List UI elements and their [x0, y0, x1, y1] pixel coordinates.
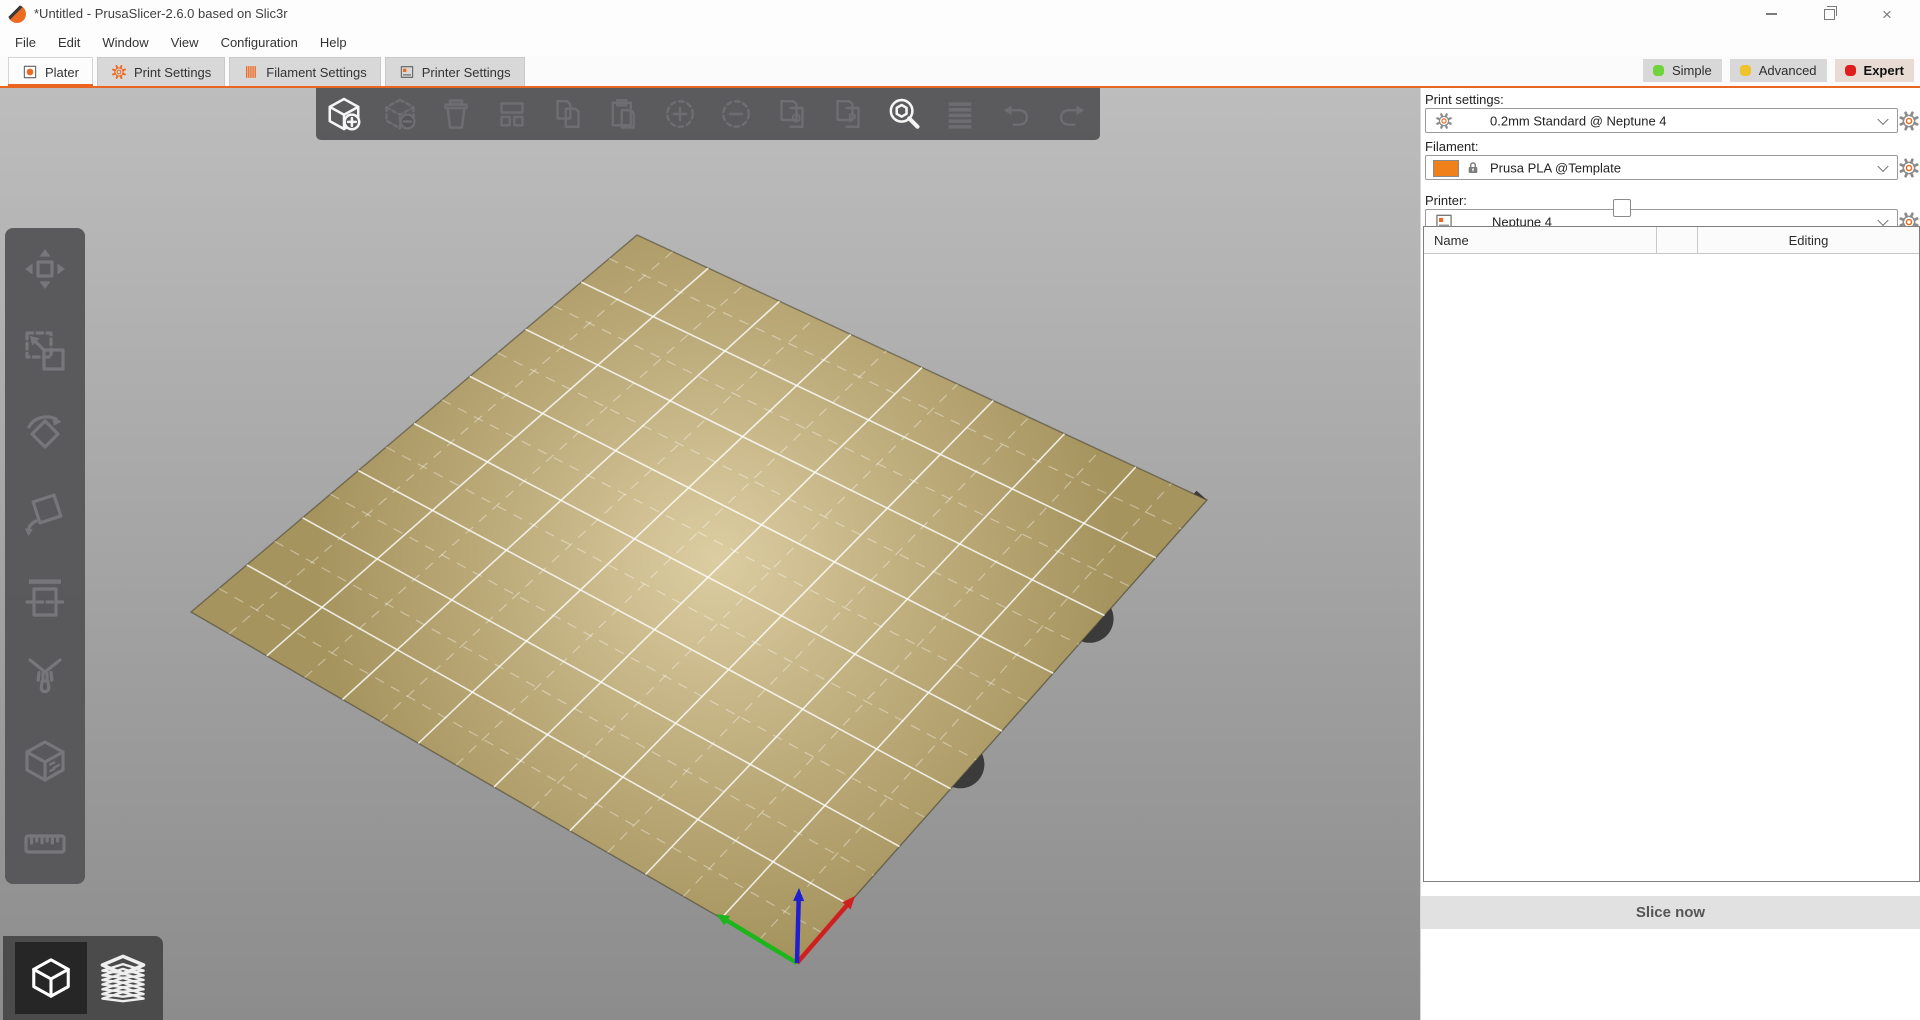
split-to-objects-button[interactable]: O — [764, 88, 820, 140]
expert-mode-dot-icon — [1844, 65, 1856, 76]
filament-select[interactable]: Prusa PLA @Template — [1425, 155, 1898, 180]
filament-color-swatch — [1433, 159, 1459, 177]
filament-spool-icon — [243, 64, 259, 80]
copy-button[interactable] — [540, 88, 596, 140]
restore-button[interactable] — [1806, 0, 1852, 28]
column-name: Name — [1424, 227, 1657, 253]
window-title: *Untitled - PrusaSlicer-2.6.0 based on S… — [34, 6, 288, 21]
place-on-face-tool-button[interactable] — [5, 474, 85, 556]
build-plate-scene: ELEGOO — [189, 234, 1209, 965]
cut-tool-button[interactable] — [5, 556, 85, 638]
filament-value: Prusa PLA @Template — [1490, 160, 1621, 175]
mode-expert-button[interactable]: Expert — [1834, 59, 1914, 82]
mode-advanced-button[interactable]: Advanced — [1729, 59, 1827, 82]
paste-button[interactable] — [596, 88, 652, 140]
mode-expert-label: Expert — [1863, 63, 1904, 78]
menu-help[interactable]: Help — [309, 31, 358, 54]
scale-tool-button[interactable] — [5, 310, 85, 392]
gear-icon — [111, 64, 127, 80]
preview-view-button[interactable] — [87, 942, 159, 1014]
menu-edit[interactable]: Edit — [47, 31, 91, 54]
column-extruder — [1657, 227, 1698, 253]
tab-printer-settings-label: Printer Settings — [421, 64, 511, 80]
title-bar: *Untitled - PrusaSlicer-2.6.0 based on S… — [0, 0, 1920, 28]
close-icon: × — [1882, 4, 1892, 24]
tab-print-settings-label: Print Settings — [133, 64, 212, 80]
delete-object-button[interactable] — [372, 88, 428, 140]
mode-switcher: Simple Advanced Expert — [1642, 59, 1914, 82]
mode-advanced-label: Advanced — [1758, 63, 1817, 78]
tab-printer-settings[interactable]: Printer Settings — [384, 57, 525, 86]
simple-mode-dot-icon — [1652, 65, 1664, 76]
menu-configuration[interactable]: Configuration — [210, 31, 309, 54]
mode-simple-label: Simple — [1671, 63, 1712, 78]
menu-view[interactable]: View — [160, 31, 210, 54]
minimize-button[interactable] — [1748, 0, 1794, 28]
printer-label: Printer: — [1425, 193, 1467, 208]
prusaslicer-logo-icon — [8, 5, 26, 23]
chevron-down-icon — [1877, 160, 1889, 172]
paint-supports-tool-button[interactable] — [5, 638, 85, 720]
svg-text:O: O — [791, 110, 801, 125]
print-settings-label: Print settings: — [1425, 92, 1504, 107]
filament-label: Filament: — [1425, 139, 1479, 154]
add-object-button[interactable] — [316, 88, 372, 140]
remove-instance-button[interactable] — [708, 88, 764, 140]
gear-icon — [1434, 111, 1454, 131]
search-button[interactable] — [876, 88, 932, 140]
lock-icon — [1465, 160, 1481, 176]
view-switcher — [3, 936, 163, 1020]
undo-button[interactable] — [988, 88, 1044, 140]
column-editing: Editing — [1788, 232, 1829, 248]
slice-now-button[interactable]: Slice now — [1421, 896, 1920, 929]
printer-icon — [399, 64, 415, 80]
delete-all-button[interactable] — [428, 88, 484, 140]
chevron-down-icon — [1877, 113, 1889, 125]
minimize-icon — [1765, 13, 1777, 15]
chevron-down-icon — [1877, 214, 1889, 227]
split-to-parts-button[interactable]: P — [820, 88, 876, 140]
prusaslicer-window: *Untitled - PrusaSlicer-2.6.0 based on S… — [0, 0, 1920, 1020]
print-settings-value: 0.2mm Standard @ Neptune 4 — [1490, 113, 1667, 128]
seam-painting-tool-button[interactable] — [5, 720, 85, 802]
brim-checkbox[interactable] — [1613, 199, 1631, 217]
redo-button[interactable] — [1044, 88, 1100, 140]
menu-bar: File Edit Window View Configuration Help — [0, 28, 1920, 56]
print-settings-gear-button[interactable] — [1898, 110, 1920, 132]
object-list-header: Name Editing — [1424, 227, 1919, 254]
editor-view-button[interactable] — [15, 942, 87, 1014]
advanced-mode-dot-icon — [1739, 65, 1751, 76]
tab-plater[interactable]: Plater — [8, 57, 93, 88]
tab-plater-label: Plater — [45, 64, 79, 80]
restore-icon — [1823, 5, 1837, 20]
rotate-tool-button[interactable] — [5, 392, 85, 474]
move-tool-button[interactable] — [5, 228, 85, 310]
tab-print-settings[interactable]: Print Settings — [96, 57, 226, 86]
tab-bar: Plater Print Settings Filament Settings … — [0, 56, 1920, 88]
object-list: Name Editing — [1423, 226, 1920, 882]
plater-icon — [22, 64, 38, 80]
gizmo-toolbar — [5, 228, 85, 884]
menu-file[interactable]: File — [4, 31, 47, 54]
measure-tool-button[interactable] — [5, 802, 85, 884]
3d-viewport[interactable]: ELEGOO O P — [0, 88, 1420, 1020]
tab-filament-settings-label: Filament Settings — [266, 64, 367, 80]
print-settings-select[interactable]: 0.2mm Standard @ Neptune 4 — [1425, 108, 1898, 133]
mode-simple-button[interactable]: Simple — [1642, 59, 1722, 82]
add-instance-button[interactable] — [652, 88, 708, 140]
variable-layer-height-button[interactable] — [932, 88, 988, 140]
svg-text:P: P — [848, 110, 857, 125]
object-toolbar: O P — [316, 88, 1100, 140]
menu-window[interactable]: Window — [91, 31, 159, 54]
filament-gear-button[interactable] — [1898, 157, 1920, 179]
tab-filament-settings[interactable]: Filament Settings — [229, 57, 381, 86]
close-button[interactable]: × — [1864, 0, 1910, 28]
arrange-button[interactable] — [484, 88, 540, 140]
